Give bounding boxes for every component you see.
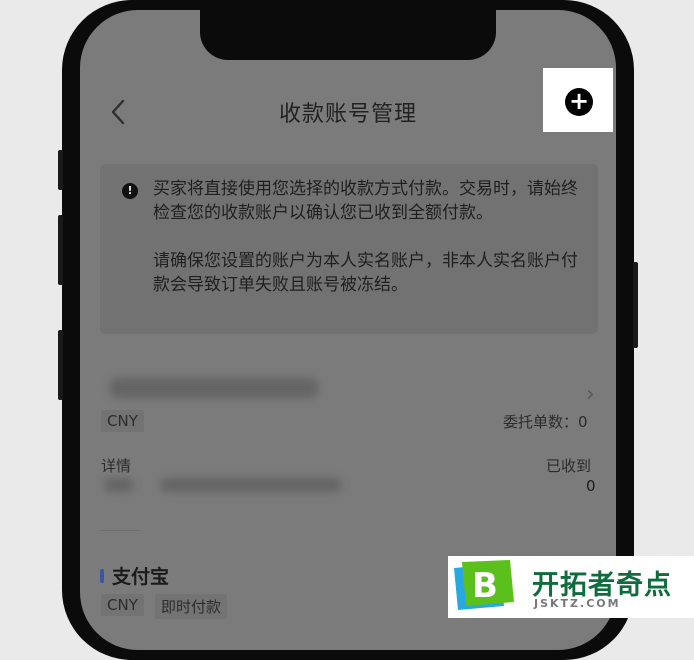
received-label: 已收到 (546, 457, 592, 475)
method-currency-badge: CNY (101, 594, 144, 616)
add-account-button[interactable]: + (565, 88, 593, 116)
delegated-orders-label: 委托单数： (503, 413, 579, 431)
plus-circle-icon: + (568, 87, 590, 115)
chevron-left-icon (111, 99, 125, 125)
detail-redacted (160, 478, 342, 492)
received-value: 0 (586, 477, 596, 495)
phone-side-button (633, 262, 638, 348)
watermark-logo: B 开拓者奇点 JSKTZ.COM (448, 556, 694, 618)
back-button[interactable] (108, 98, 130, 126)
phone-side-button (58, 215, 63, 285)
info-icon: ! (122, 183, 138, 199)
delegated-orders: 委托单数：0 (503, 411, 588, 432)
logo-mark-icon: B (454, 560, 514, 610)
delegated-orders-count: 0 (578, 413, 588, 431)
notice-paragraph: 请确保您设置的账户为本人实名账户，非本人实名账户付款会导致订单失败且账号被冻结。 (153, 251, 578, 295)
detail-redacted (104, 478, 134, 492)
currency-badge: CNY (101, 410, 144, 432)
watermark-url: JSKTZ.COM (534, 597, 621, 610)
phone-notch (200, 10, 496, 60)
details-label: 详情 (101, 457, 132, 475)
method-type-badge: 即时付款 (155, 594, 228, 619)
account-name-redacted (110, 378, 318, 398)
notice-paragraph: 买家将直接使用您选择的收款方式付款。交易时，请始终检查您的收款账户以确认您已收到… (153, 179, 578, 223)
method-accent-bar (100, 569, 104, 583)
svg-text:B: B (472, 566, 498, 606)
divider (100, 530, 140, 531)
phone-side-button (58, 330, 63, 400)
chevron-right-icon[interactable]: › (586, 382, 595, 407)
page-title: 收款账号管理 (278, 102, 417, 127)
notice-text: 买家将直接使用您选择的收款方式付款。交易时，请始终检查您的收款账户以确认您已收到… (153, 177, 589, 297)
payment-method-name[interactable]: 支付宝 (112, 562, 169, 589)
phone-side-button (58, 150, 63, 190)
